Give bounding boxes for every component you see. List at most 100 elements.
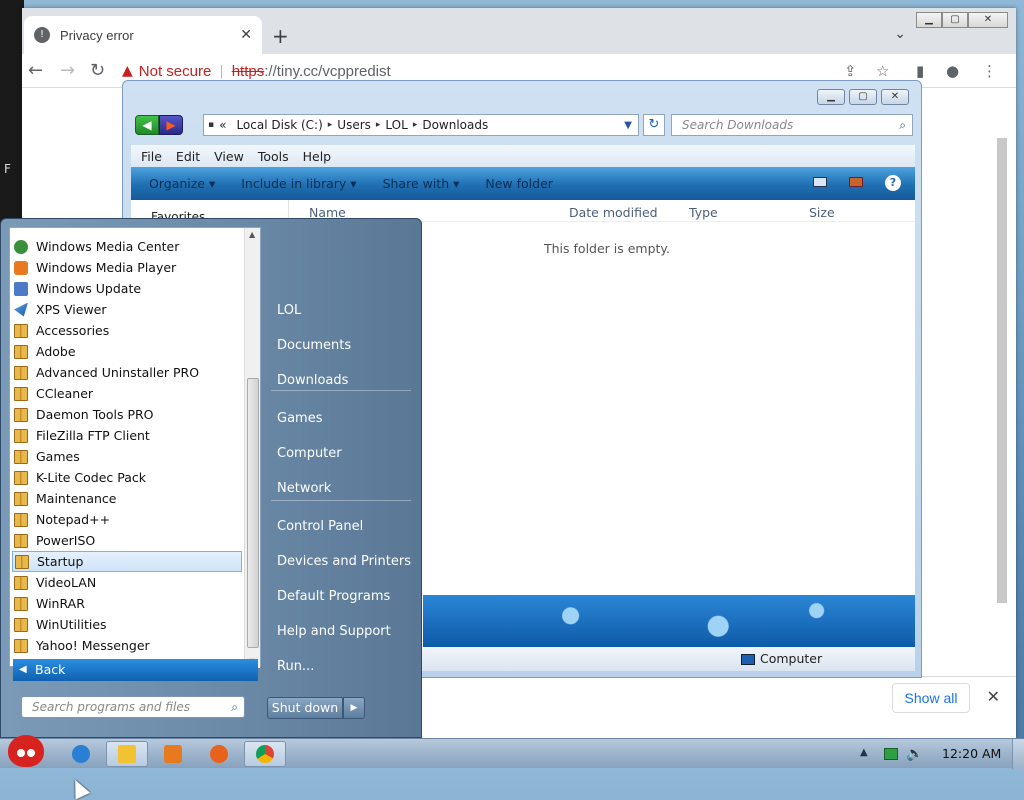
back-arrow-icon[interactable]: ← [28, 60, 43, 81]
tab-close-icon[interactable]: ✕ [240, 27, 252, 43]
profile-avatar-icon[interactable]: ● [946, 62, 959, 80]
program-item[interactable]: WinUtilities [12, 614, 242, 635]
shutdown-button[interactable]: Shut down [267, 697, 343, 719]
program-item[interactable]: Daemon Tools PRO [12, 404, 242, 425]
explorer-search-input[interactable]: Search Downloads ⌕ [671, 114, 913, 136]
chrome-tab[interactable]: ! Privacy error ✕ [24, 16, 262, 54]
refresh-icon[interactable]: ↻ [643, 114, 665, 136]
column-date-modified[interactable]: Date modified [569, 205, 658, 220]
bookmark-star-icon[interactable]: ☆ [876, 62, 889, 80]
internet-explorer-taskbar-icon[interactable] [60, 741, 102, 767]
breadcrumb-item[interactable]: LOL [385, 118, 407, 132]
reload-icon[interactable]: ↻ [90, 60, 105, 81]
programs-scrollbar-thumb[interactable] [247, 378, 259, 648]
menu-view[interactable]: View [214, 149, 244, 164]
volume-icon[interactable]: 🔈 [906, 746, 923, 762]
program-item[interactable]: VideoLAN [12, 572, 242, 593]
program-item[interactable]: WinRAR [12, 593, 242, 614]
new-tab-button[interactable]: + [272, 24, 289, 48]
start-right-item[interactable]: Computer [277, 446, 342, 461]
start-right-item[interactable]: Control Panel [277, 519, 363, 534]
menu-edit[interactable]: Edit [176, 149, 200, 164]
firefox-taskbar-icon[interactable] [198, 741, 240, 767]
program-item[interactable]: Windows Media Player [12, 257, 242, 278]
clock[interactable]: 12:20 AM [942, 746, 1001, 761]
program-item[interactable]: XPS Viewer [12, 299, 242, 320]
show-desktop-button[interactable] [1012, 739, 1024, 769]
program-item[interactable]: Yahoo! Messenger [12, 635, 242, 656]
chrome-taskbar-icon[interactable] [244, 741, 286, 767]
organize-button[interactable]: Organize ▾ [149, 176, 215, 191]
breadcrumb-chevron-icon[interactable]: ▸ [328, 120, 333, 130]
program-item[interactable]: Startup [12, 551, 242, 572]
scroll-up-icon[interactable]: ▲ [249, 230, 255, 239]
programs-scrollbar[interactable]: ▲ ▼ [244, 228, 260, 668]
breadcrumb-item[interactable]: Local Disk (C:) [236, 118, 322, 132]
breadcrumb-overflow[interactable]: « [219, 118, 226, 132]
maximize-button[interactable]: ▢ [942, 12, 968, 28]
menu-help[interactable]: Help [303, 149, 332, 164]
program-item[interactable]: Windows Media Center [12, 236, 242, 257]
explorer-minimize-button[interactable]: ▁ [817, 89, 845, 105]
share-icon[interactable]: ⇪ [844, 62, 857, 80]
help-icon[interactable]: ? [885, 175, 901, 191]
breadcrumb-item[interactable]: Users [337, 118, 371, 132]
tab-search-chevron-icon[interactable]: ⌄ [894, 26, 906, 42]
share-with-button[interactable]: Share with ▾ [383, 176, 460, 191]
shutdown-options-arrow-icon[interactable]: ▶ [343, 697, 365, 719]
page-scrollbar[interactable] [994, 90, 1010, 670]
program-item[interactable]: Notepad++ [12, 509, 242, 530]
program-item[interactable]: PowerISO [12, 530, 242, 551]
program-item[interactable]: Advanced Uninstaller PRO [12, 362, 242, 383]
explorer-close-button[interactable]: ✕ [881, 89, 909, 105]
start-right-item[interactable]: Run... [277, 659, 314, 674]
start-right-item[interactable]: Devices and Printers [277, 554, 411, 569]
network-icon[interactable] [884, 748, 898, 760]
start-right-item[interactable]: Network [277, 481, 331, 496]
media-player-taskbar-icon[interactable] [152, 741, 194, 767]
menu-file[interactable]: File [141, 149, 162, 164]
program-item[interactable]: Windows Update [12, 278, 242, 299]
side-panel-icon[interactable]: ▮ [916, 62, 924, 80]
breadcrumb-chevron-icon[interactable]: ▸ [376, 120, 381, 130]
explorer-back-button[interactable]: ◀ [135, 115, 159, 135]
start-right-item[interactable]: Downloads [277, 373, 348, 388]
program-item[interactable]: Games [12, 446, 242, 467]
breadcrumb-item[interactable]: Downloads [422, 118, 488, 132]
column-size[interactable]: Size [809, 205, 835, 220]
start-right-item[interactable]: Default Programs [277, 589, 390, 604]
back-button[interactable]: ◀ Back [13, 659, 258, 681]
program-item[interactable]: CCleaner [12, 383, 242, 404]
explorer-taskbar-icon[interactable] [106, 741, 148, 767]
program-item[interactable]: FileZilla FTP Client [12, 425, 242, 446]
view-options-icon[interactable] [813, 177, 827, 187]
start-right-item[interactable]: Documents [277, 338, 351, 353]
column-type[interactable]: Type [689, 205, 718, 220]
minimize-button[interactable]: ▁ [916, 12, 942, 28]
explorer-forward-button[interactable]: ▶ [159, 115, 183, 135]
menu-tools[interactable]: Tools [258, 149, 289, 164]
start-right-item[interactable]: Help and Support [277, 624, 391, 639]
search-icon[interactable]: ⌕ [899, 115, 906, 135]
search-icon[interactable]: ⌕ [231, 697, 238, 717]
program-item[interactable]: Adobe [12, 341, 242, 362]
explorer-maximize-button[interactable]: ▢ [849, 89, 877, 105]
start-right-item[interactable]: Games [277, 411, 322, 426]
show-all-button[interactable]: Show all [892, 683, 970, 713]
new-folder-button[interactable]: New folder [485, 176, 553, 191]
program-item[interactable]: Accessories [12, 320, 242, 341]
start-right-item[interactable]: LOL [277, 303, 301, 318]
program-item[interactable]: K-Lite Codec Pack [12, 467, 242, 488]
not-secure-label[interactable]: Not secure [139, 63, 212, 80]
explorer-address-bar[interactable]: ▪ « Local Disk (C:) ▸ Users ▸ LOL ▸ Down… [203, 114, 639, 136]
scrollbar-thumb[interactable] [997, 138, 1007, 603]
show-hidden-icons-arrow-icon[interactable]: ▲ [860, 747, 868, 758]
download-bar-close-icon[interactable]: ✕ [987, 687, 1000, 706]
close-button[interactable]: ✕ [968, 12, 1008, 28]
start-button[interactable] [2, 731, 48, 769]
start-search-input[interactable]: Search programs and files ⌕ [21, 696, 245, 718]
forward-arrow-icon[interactable]: → [60, 60, 75, 81]
menu-kebab-icon[interactable]: ⋮ [982, 62, 997, 80]
preview-pane-icon[interactable] [849, 177, 863, 187]
include-in-library-button[interactable]: Include in library ▾ [241, 176, 356, 191]
